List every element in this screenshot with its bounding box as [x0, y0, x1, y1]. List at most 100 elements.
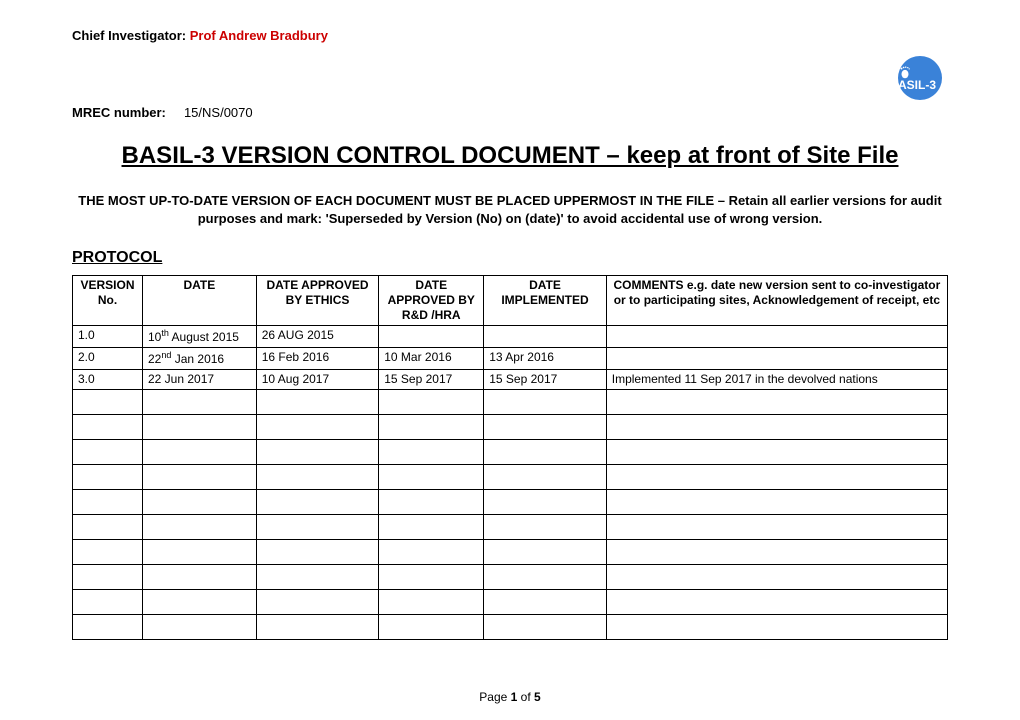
empty-cell: [484, 565, 607, 590]
empty-cell: [484, 615, 607, 640]
empty-cell: [484, 390, 607, 415]
cell-implemented: 15 Sep 2017: [484, 370, 607, 390]
chief-investigator-name: Prof Andrew Bradbury: [190, 28, 328, 43]
table-row: [73, 465, 948, 490]
empty-cell: [73, 390, 143, 415]
document-title: BASIL-3 VERSION CONTROL DOCUMENT – keep …: [72, 142, 948, 170]
empty-cell: [379, 615, 484, 640]
empty-cell: [484, 490, 607, 515]
empty-cell: [256, 565, 379, 590]
cell-ethics: 10 Aug 2017: [256, 370, 379, 390]
empty-cell: [256, 390, 379, 415]
col-comments: COMMENTS e.g. date new version sent to c…: [606, 276, 947, 326]
empty-cell: [73, 615, 143, 640]
table-row: [73, 415, 948, 440]
empty-cell: [143, 590, 257, 615]
empty-cell: [484, 415, 607, 440]
empty-cell: [606, 490, 947, 515]
empty-cell: [73, 440, 143, 465]
cell-version: 1.0: [73, 326, 143, 348]
cell-ethics: 16 Feb 2016: [256, 348, 379, 370]
empty-cell: [379, 440, 484, 465]
empty-cell: [143, 415, 257, 440]
empty-cell: [73, 465, 143, 490]
protocol-table: VERSION No. DATE DATE APPROVED BY ETHICS…: [72, 275, 948, 640]
col-rnd: DATE APPROVED BY R&D /HRA: [379, 276, 484, 326]
instructions-text: THE MOST UP-TO-DATE VERSION OF EACH DOCU…: [78, 192, 942, 227]
cell-implemented: [484, 326, 607, 348]
empty-cell: [606, 515, 947, 540]
empty-cell: [73, 515, 143, 540]
empty-cell: [256, 515, 379, 540]
empty-cell: [606, 415, 947, 440]
section-protocol: PROTOCOL: [72, 249, 948, 267]
page-total: 5: [534, 690, 541, 704]
table-row: [73, 390, 948, 415]
table-row: 1.010th August 201526 AUG 2015: [73, 326, 948, 348]
mrec-value: 15/NS/0070: [184, 105, 253, 120]
empty-cell: [379, 565, 484, 590]
empty-cell: [256, 540, 379, 565]
empty-cell: [606, 590, 947, 615]
empty-cell: [143, 490, 257, 515]
empty-cell: [379, 465, 484, 490]
table-row: 2.022nd Jan 201616 Feb 201610 Mar 201613…: [73, 348, 948, 370]
empty-cell: [256, 465, 379, 490]
basil3-logo: ASIL-3: [898, 56, 942, 100]
empty-cell: [606, 390, 947, 415]
empty-cell: [379, 490, 484, 515]
empty-cell: [606, 565, 947, 590]
chief-investigator-label: Chief Investigator:: [72, 28, 190, 43]
empty-cell: [484, 440, 607, 465]
cell-version: 2.0: [73, 348, 143, 370]
chief-investigator: Chief Investigator: Prof Andrew Bradbury: [72, 28, 948, 43]
cell-date: 10th August 2015: [143, 326, 257, 348]
mrec-number: MREC number: 15/NS/0070: [72, 105, 948, 120]
cell-date: 22 Jun 2017: [143, 370, 257, 390]
empty-cell: [73, 565, 143, 590]
page-footer: Page 1 of 5: [0, 690, 1020, 704]
empty-cell: [484, 590, 607, 615]
empty-cell: [143, 565, 257, 590]
empty-cell: [606, 615, 947, 640]
cell-ethics: 26 AUG 2015: [256, 326, 379, 348]
empty-cell: [143, 615, 257, 640]
empty-cell: [379, 540, 484, 565]
empty-cell: [606, 440, 947, 465]
empty-cell: [143, 390, 257, 415]
table-row: [73, 565, 948, 590]
empty-cell: [256, 615, 379, 640]
cell-version: 3.0: [73, 370, 143, 390]
table-header-row: VERSION No. DATE DATE APPROVED BY ETHICS…: [73, 276, 948, 326]
cell-date: 22nd Jan 2016: [143, 348, 257, 370]
cell-rnd: 15 Sep 2017: [379, 370, 484, 390]
empty-cell: [256, 490, 379, 515]
table-row: [73, 615, 948, 640]
col-date: DATE: [143, 276, 257, 326]
empty-cell: [73, 415, 143, 440]
mrec-label: MREC number:: [72, 105, 166, 120]
empty-cell: [484, 515, 607, 540]
empty-cell: [143, 440, 257, 465]
empty-cell: [143, 515, 257, 540]
col-implemented: DATE IMPLEMENTED: [484, 276, 607, 326]
empty-cell: [379, 415, 484, 440]
table-row: [73, 490, 948, 515]
page-of: of: [517, 690, 534, 704]
table-row: [73, 590, 948, 615]
table-row: [73, 515, 948, 540]
empty-cell: [606, 465, 947, 490]
empty-cell: [73, 540, 143, 565]
cell-comments: [606, 326, 947, 348]
cell-implemented: 13 Apr 2016: [484, 348, 607, 370]
empty-cell: [256, 590, 379, 615]
cell-rnd: 10 Mar 2016: [379, 348, 484, 370]
col-version: VERSION No.: [73, 276, 143, 326]
col-ethics: DATE APPROVED BY ETHICS: [256, 276, 379, 326]
table-row: [73, 540, 948, 565]
page-word: Page: [479, 690, 510, 704]
empty-cell: [256, 440, 379, 465]
cell-comments: [606, 348, 947, 370]
logo-text: ASIL-3: [898, 78, 936, 92]
empty-cell: [379, 590, 484, 615]
